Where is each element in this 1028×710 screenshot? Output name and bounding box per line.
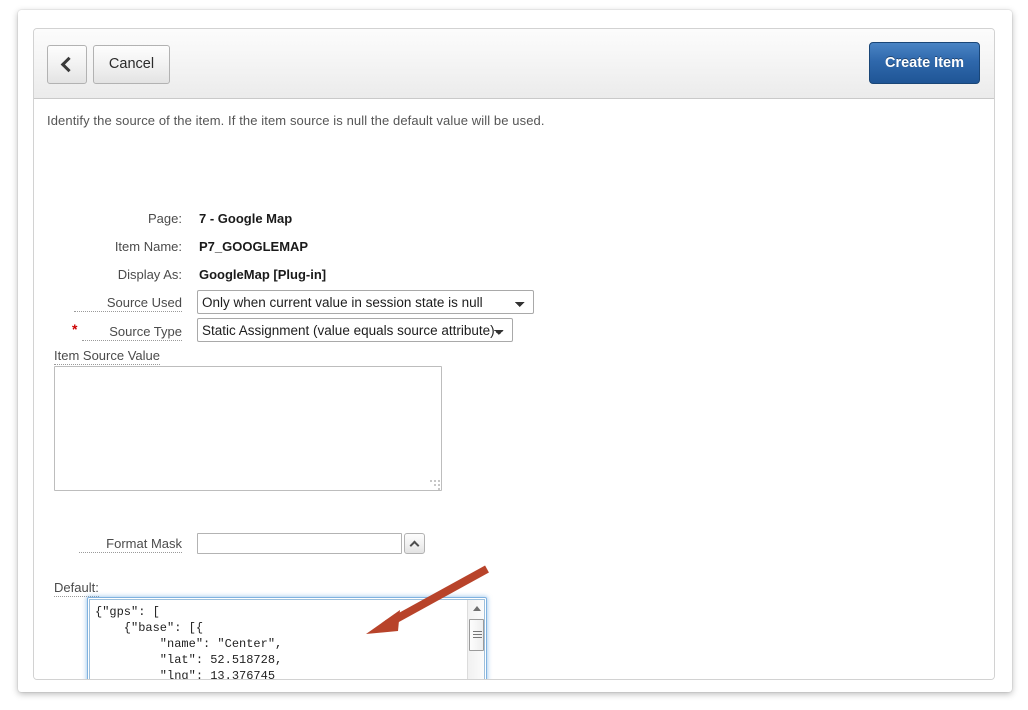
format-mask-input[interactable] bbox=[197, 533, 402, 554]
format-mask-label[interactable]: Format Mask bbox=[79, 536, 182, 553]
page-label: Page: bbox=[148, 211, 182, 226]
display-as-value: GoogleMap [Plug-in] bbox=[199, 267, 327, 282]
item-name-value: P7_GOOGLEMAP bbox=[199, 239, 309, 254]
default-textarea[interactable]: {"gps": [ {"base": [{ "name": "Center", … bbox=[89, 599, 485, 679]
triangle-up-icon bbox=[472, 606, 481, 611]
create-item-button[interactable]: Create Item bbox=[869, 42, 980, 84]
source-type-select[interactable]: Static Assignment (value equals source a… bbox=[197, 318, 513, 342]
scrollbar-thumb[interactable] bbox=[469, 619, 484, 651]
cancel-button[interactable]: Cancel bbox=[93, 45, 170, 84]
item-name-label: Item Name: bbox=[114, 239, 182, 254]
screenshot-root: Cancel Create Item Identify the source o… bbox=[0, 0, 1028, 710]
form-body: Identify the source of the item. If the … bbox=[34, 99, 994, 679]
source-used-select[interactable]: Only when current value in session state… bbox=[197, 290, 534, 314]
source-used-label[interactable]: Source Used bbox=[74, 295, 182, 312]
scroll-up-arrow-icon[interactable] bbox=[468, 600, 485, 617]
chevron-up-icon bbox=[409, 540, 420, 550]
source-type-label[interactable]: Source Type bbox=[82, 324, 182, 341]
item-source-region: Cancel Create Item Identify the source o… bbox=[33, 28, 995, 680]
default-field-wrapper: {"gps": [ {"base": [{ "name": "Center", … bbox=[87, 597, 487, 679]
intro-text: Identify the source of the item. If the … bbox=[47, 113, 545, 128]
item-source-value-label[interactable]: Item Source Value bbox=[54, 348, 160, 365]
source-type-required-marker: * bbox=[72, 321, 78, 337]
default-textarea-scrollbar[interactable] bbox=[467, 600, 485, 679]
page-value: 7 - Google Map bbox=[199, 211, 293, 226]
default-label[interactable]: Default: bbox=[54, 580, 99, 597]
chevron-left-icon bbox=[60, 56, 77, 73]
display-as-label: Display As: bbox=[117, 267, 182, 282]
format-mask-picker-button[interactable] bbox=[404, 533, 425, 554]
page-toolbar: Cancel Create Item bbox=[34, 29, 994, 99]
back-button[interactable] bbox=[47, 45, 87, 84]
scrollbar-grip-icon bbox=[473, 631, 482, 640]
item-source-value-textarea[interactable] bbox=[54, 366, 442, 491]
